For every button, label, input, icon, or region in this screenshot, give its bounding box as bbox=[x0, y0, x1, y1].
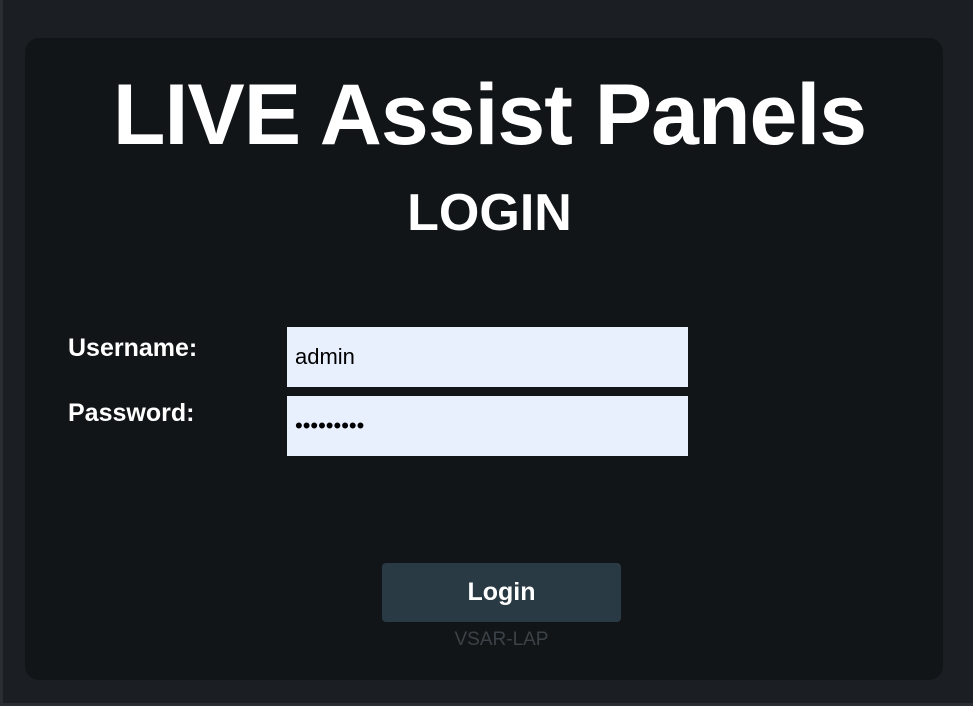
login-button[interactable]: Login bbox=[382, 563, 621, 622]
app-title: LIVE Assist Panels bbox=[112, 67, 867, 163]
hostname-label: VSAR-LAP bbox=[454, 629, 549, 650]
password-input[interactable] bbox=[287, 396, 688, 456]
username-label: Username: bbox=[68, 334, 198, 362]
login-heading: LOGIN bbox=[407, 184, 572, 242]
password-label: Password: bbox=[68, 399, 195, 427]
username-input[interactable] bbox=[287, 327, 688, 387]
window-frame: LIVE Assist Panels LOGIN Username: Passw… bbox=[0, 0, 973, 706]
